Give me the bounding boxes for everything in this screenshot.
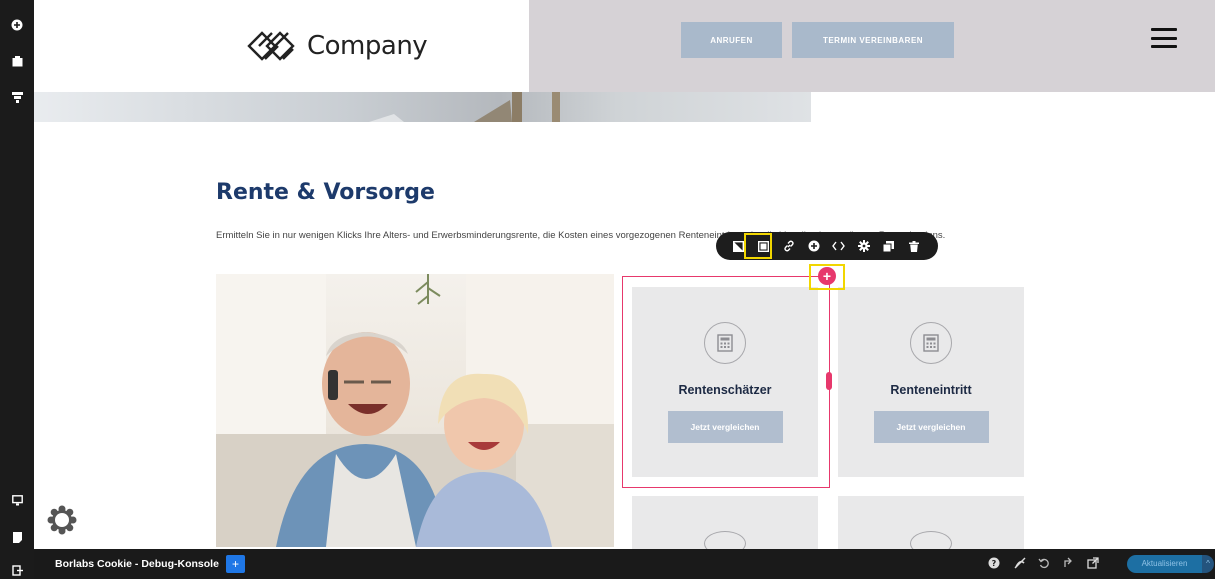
gear-icon[interactable] [851, 232, 876, 260]
page-root: Company ANRUFEN TERMIN VEREINBAREN Rente… [0, 0, 1215, 579]
card-renteneintritt[interactable]: Renteneintritt Jetzt vergleichen [838, 287, 1024, 477]
card-row2-right[interactable] [838, 496, 1024, 556]
refresh-button[interactable]: Aktualisieren [1127, 555, 1202, 573]
background-icon-highlight [744, 233, 772, 259]
external-link-icon[interactable] [1086, 557, 1100, 571]
card-title: Renteneintritt [890, 383, 972, 397]
hero-image [34, 92, 811, 122]
trash-icon[interactable] [901, 232, 926, 260]
calculator-icon [910, 322, 952, 364]
couple-photo [216, 274, 614, 547]
help-icon[interactable]: ? [987, 557, 1001, 571]
debug-expand-button[interactable]: + [226, 555, 245, 573]
exit-icon[interactable] [8, 561, 26, 579]
responsive-view-icon[interactable] [8, 491, 26, 509]
debug-console-bar: Borlabs Cookie - Debug-Konsole + ? Aktua… [34, 549, 1215, 579]
company-logo[interactable]: Company [245, 28, 428, 64]
link-icon[interactable] [776, 232, 801, 260]
menu-icon[interactable] [1151, 28, 1177, 48]
add-element-icon[interactable] [8, 16, 26, 34]
column-resize-handle[interactable] [826, 372, 832, 390]
svg-text:?: ? [992, 559, 997, 568]
company-name: Company [307, 31, 428, 61]
card-row2-left[interactable] [632, 496, 818, 556]
editor-sidebar [0, 0, 34, 579]
debug-console-title: Borlabs Cookie - Debug-Konsole [55, 558, 219, 570]
pages-icon[interactable] [8, 528, 26, 546]
appointment-button[interactable]: TERMIN VEREINBAREN [792, 22, 954, 58]
add-element-button[interactable]: + [818, 267, 836, 285]
code-icon[interactable] [826, 232, 851, 260]
section-title: Rente & Vorsorge [216, 180, 435, 205]
call-button[interactable]: ANRUFEN [681, 22, 782, 58]
selected-column-outline [622, 276, 830, 488]
disable-icon[interactable] [1013, 557, 1027, 571]
navigator-icon[interactable] [8, 88, 26, 106]
cookie-settings-icon[interactable] [47, 505, 77, 535]
redo-icon[interactable] [1061, 557, 1075, 571]
sections-icon[interactable] [8, 52, 26, 70]
compare-button[interactable]: Jetzt vergleichen [873, 411, 989, 443]
refresh-options-caret[interactable]: ^ [1202, 555, 1214, 573]
undo-icon[interactable] [1037, 557, 1051, 571]
logo-mark-icon [247, 31, 295, 61]
add-circle-icon[interactable] [801, 232, 826, 260]
duplicate-icon[interactable] [876, 232, 901, 260]
